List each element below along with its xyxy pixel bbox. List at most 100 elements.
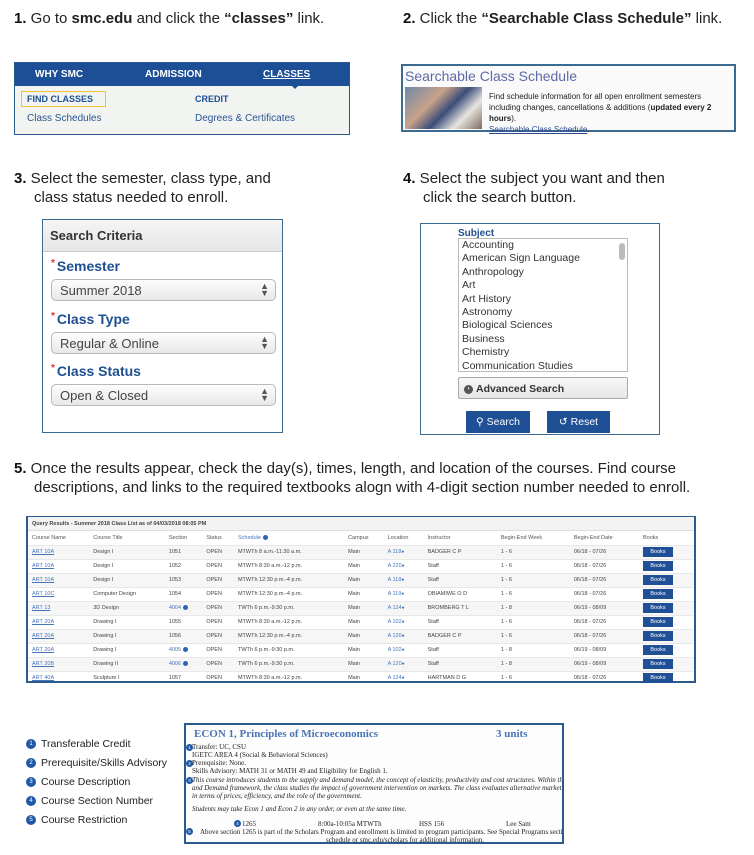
books-button[interactable]: Books [643, 631, 674, 641]
course-name-link[interactable]: ART 20A [32, 619, 54, 625]
subject-option[interactable]: Art History [459, 293, 627, 306]
nav-classes[interactable]: CLASSES [263, 69, 310, 80]
begin-end-week: 1 - 8 [500, 647, 512, 653]
table-row: ART 10C Computer Design 1054 OPEN MTWTh 12:3… [28, 586, 694, 601]
nav-why-smc[interactable]: WHY SMC [35, 69, 83, 80]
course-name-link[interactable]: ART 20A [32, 633, 54, 639]
status: OPEN [206, 633, 222, 639]
advanced-search-toggle[interactable]: › Advanced Search [458, 377, 628, 399]
course-name-link[interactable]: ART 10A [32, 549, 54, 555]
location-link[interactable]: A 220 [388, 563, 402, 569]
books-button[interactable]: Books [643, 617, 674, 627]
credit-link[interactable]: CREDIT [195, 94, 229, 104]
campus: Main [348, 661, 360, 667]
books-button[interactable]: Books [643, 645, 674, 655]
info-icon[interactable] [183, 661, 189, 667]
nav-bar: WHY SMC ADMISSION CLASSES [15, 63, 349, 86]
subject-option[interactable]: Business [459, 333, 627, 346]
books-button[interactable]: Books [643, 575, 674, 585]
course-name-link[interactable]: ART 10A [32, 577, 54, 583]
search-button[interactable]: ⚲ Search [466, 411, 530, 433]
subject-option[interactable]: Chemistry [459, 346, 627, 359]
location-link[interactable]: A 118 [388, 549, 402, 555]
instructor: HARTMAN D G [427, 675, 467, 682]
books-button[interactable]: Books [643, 659, 674, 669]
instructor: Staff [427, 661, 439, 667]
location-link[interactable]: A 119 [388, 591, 402, 597]
section-number[interactable]: 4006 [169, 661, 181, 667]
map-pin-icon[interactable]: ● [402, 619, 405, 625]
class-status-select[interactable]: Open & Closed ▲ ▼ [51, 384, 276, 406]
location-link[interactable]: A 124 [388, 605, 402, 611]
map-pin-icon[interactable]: ● [401, 577, 404, 583]
course-name-link[interactable]: ART 40A [32, 675, 54, 681]
campus: Main [348, 647, 360, 653]
subject-option[interactable]: Anthropology [459, 266, 627, 279]
begin-end-date: 06/18 - 07/26 [573, 577, 607, 583]
nav-admission[interactable]: ADMISSION [145, 69, 202, 80]
legend-item: 3 Course Description [26, 775, 130, 789]
schedule: TWTh 6 p.m.-9:30 p.m. [237, 605, 295, 611]
books-button[interactable]: Books [643, 603, 674, 613]
location-link[interactable]: A 102 [388, 619, 402, 625]
searchable-class-schedule-link[interactable]: Searchable Class Schedule [489, 125, 587, 134]
campus: Main [348, 605, 360, 611]
books-button[interactable]: Books [643, 673, 674, 684]
map-pin-icon[interactable]: ● [402, 647, 405, 653]
subject-option[interactable]: Accounting [459, 239, 627, 252]
course-name-link[interactable]: ART 10C [32, 591, 54, 597]
location-link[interactable]: A 102 [388, 647, 402, 653]
books-button[interactable]: Books [643, 561, 674, 571]
subject-option[interactable]: Biological Sciences [459, 319, 627, 332]
location-link[interactable]: A 124 [388, 675, 402, 681]
course-title: ECON 1, Principles of Microeconomics [194, 728, 379, 740]
map-pin-icon[interactable]: ● [402, 633, 405, 639]
query-results-title: Query Results - Summer 2018 Class List a… [28, 517, 694, 531]
map-pin-icon[interactable]: ● [402, 661, 405, 667]
class-schedules-link[interactable]: Class Schedules [27, 113, 101, 124]
column-header: Schedule [234, 531, 344, 545]
listbox-scrollbar[interactable] [619, 243, 625, 260]
course-title: Drawing I [93, 619, 117, 625]
reset-button[interactable]: ↺ Reset [547, 411, 610, 433]
course-name-link[interactable]: ART 20B [32, 661, 54, 667]
section-number[interactable]: 4004 [169, 605, 181, 611]
info-icon[interactable] [262, 534, 268, 540]
semester-select[interactable]: Summer 2018 ▲ ▼ [51, 279, 276, 301]
begin-end-week: 1 - 8 [500, 661, 512, 667]
subject-option[interactable]: Astronomy [459, 306, 627, 319]
section-number[interactable]: 4005 [169, 647, 181, 653]
course-name-link[interactable]: ART 20A [32, 647, 54, 653]
location-link[interactable]: A 120 [388, 661, 402, 667]
subject-option[interactable]: Art [459, 279, 627, 292]
course-name-link[interactable]: ART 13 [32, 605, 50, 611]
schedule: MTWTh 12:30 p.m.-4 p.m. [237, 577, 303, 583]
legend-item: 2 Prerequisite/Skills Advisory [26, 756, 167, 770]
location-link[interactable]: A 118 [388, 577, 402, 583]
degrees-certificates-link[interactable]: Degrees & Certificates [195, 113, 295, 124]
select-arrows-icon: ▲ ▼ [260, 334, 269, 351]
map-pin-icon[interactable]: ● [402, 605, 405, 611]
begin-end-week: 1 - 6 [500, 675, 512, 682]
books-button[interactable]: Books [643, 547, 674, 557]
class-status-label: * Class Status [51, 363, 141, 379]
course-name-link[interactable]: ART 10A [32, 563, 54, 569]
class-type-select[interactable]: Regular & Online ▲ ▼ [51, 332, 276, 354]
find-classes-link[interactable]: FIND CLASSES [27, 94, 93, 104]
map-pin-icon[interactable]: ● [401, 591, 404, 597]
instructor: BADGER C P [427, 633, 462, 639]
map-pin-icon[interactable]: ● [401, 549, 404, 555]
step-5-title: 5. Once the results appear, check the da… [14, 460, 691, 496]
books-button[interactable]: Books [643, 589, 674, 599]
subject-option[interactable]: American Sign Language [459, 252, 627, 265]
subject-option[interactable]: Communication Studies [459, 360, 627, 371]
table-row: ART 40A Sculpture I 1057 OPEN MTWTh 8:30 a.m… [28, 670, 694, 685]
table-row: ART 10A Design I 1053 OPEN MTWTh 12:30 p.m.-… [28, 572, 694, 587]
location-link[interactable]: A 120 [388, 633, 402, 639]
info-icon[interactable] [183, 605, 189, 611]
map-pin-icon[interactable]: ● [402, 563, 405, 569]
instructor: Staff [427, 619, 439, 625]
subject-listbox[interactable]: Accounting American Sign Language Anthro… [458, 238, 628, 372]
info-icon[interactable] [183, 647, 189, 653]
map-pin-icon[interactable]: ● [402, 675, 405, 681]
